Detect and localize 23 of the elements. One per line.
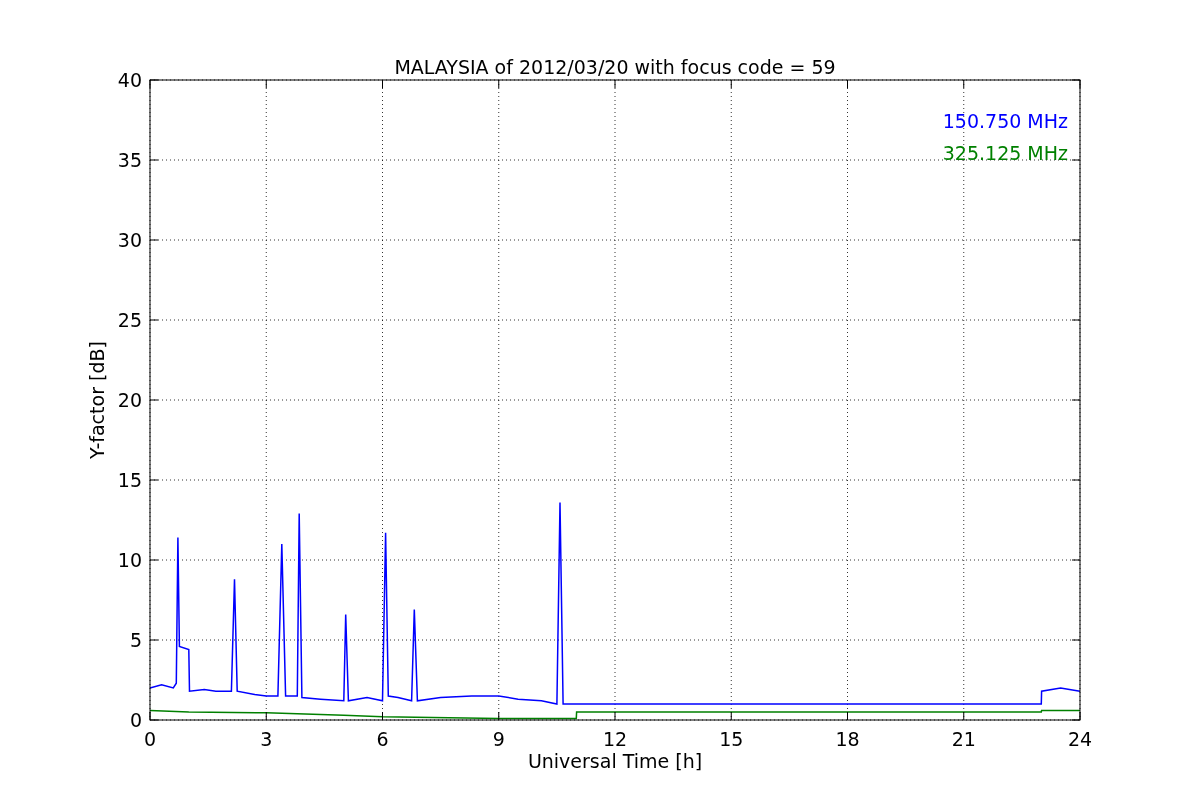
x-tick-label: 15 [719,728,744,750]
chart-title: MALAYSIA of 2012/03/20 with focus code = 59 [394,56,836,78]
x-axis-title: Universal Time [h] [527,750,703,772]
legend-label: 325.125 MHz [942,142,1068,164]
x-tick-label: 6 [376,728,389,750]
x-tick-label: 12 [602,728,628,750]
y-tick-label: 15 [117,469,142,491]
y-tick-label: 25 [117,309,142,331]
x-tick-label: 24 [1067,728,1093,750]
legend-label: 150.750 MHz [942,110,1068,132]
x-tick-label: 18 [835,728,860,750]
x-tick-label: 21 [951,728,976,750]
x-tick-label: 0 [143,728,157,750]
y-tick-label: 30 [117,229,142,251]
y-axis-title: Y-factor [dB] [86,341,108,459]
y-tick-label: 35 [117,149,142,171]
y-tick-label: 20 [117,389,142,411]
y-tick-label: 10 [117,549,142,571]
y-tick-label: 40 [117,69,142,91]
x-tick-label: 9 [492,728,505,750]
y-tick-label: 0 [129,709,142,731]
y-tick-label: 5 [129,629,142,651]
x-tick-label: 3 [260,728,273,750]
